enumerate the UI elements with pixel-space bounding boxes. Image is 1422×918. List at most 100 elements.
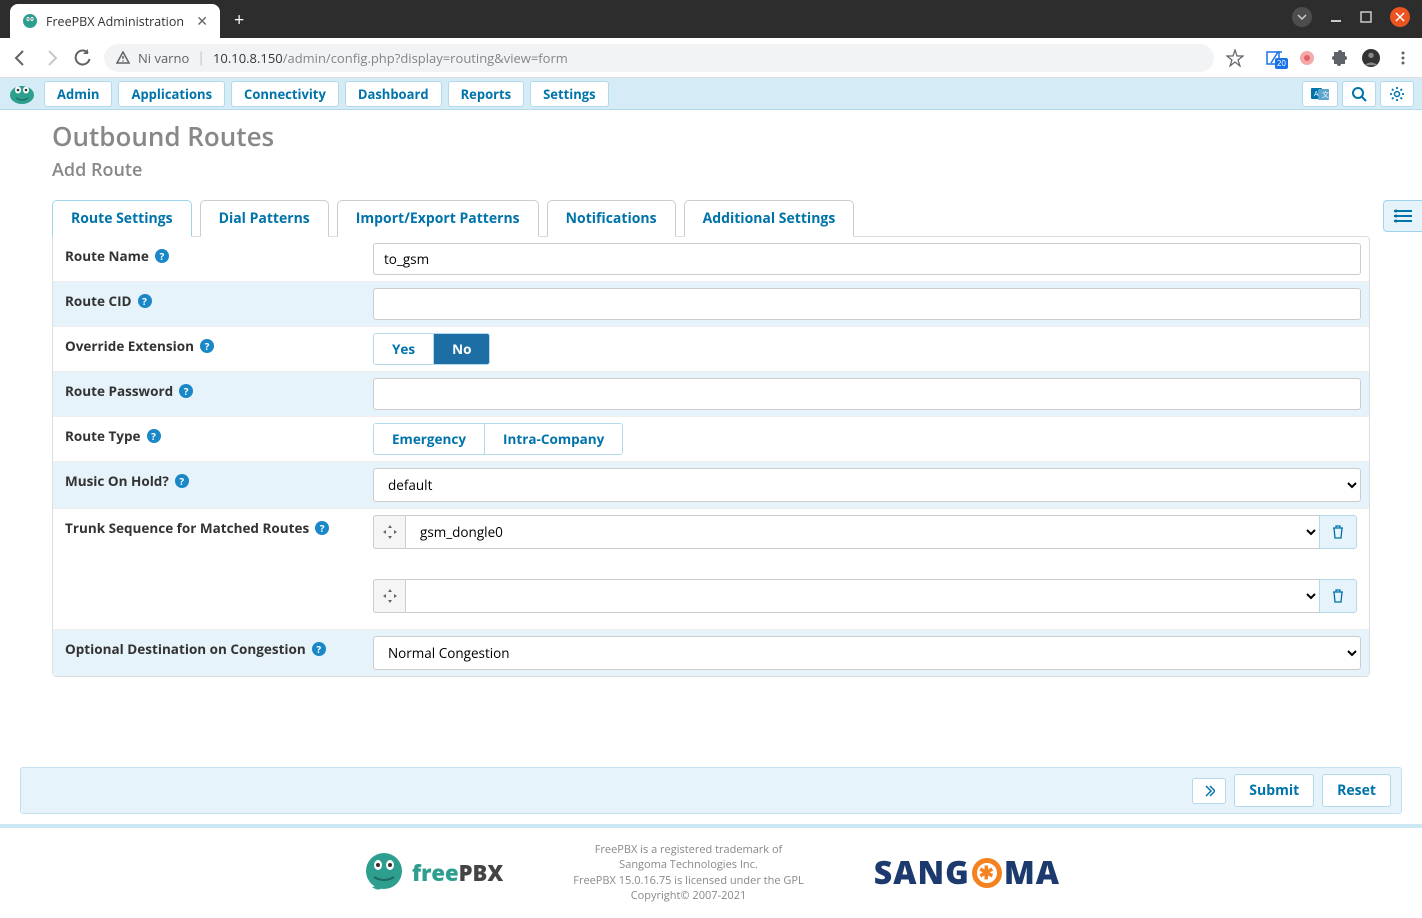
input-route-name[interactable]	[373, 243, 1361, 275]
record-extension-icon[interactable]	[1298, 49, 1316, 67]
label-route-name: Route Name	[65, 247, 149, 265]
browser-tab-bar: FreePBX Administration ✕ +	[0, 0, 1422, 38]
tab-close-icon[interactable]: ✕	[196, 12, 208, 31]
svg-text:A: A	[1314, 90, 1319, 99]
extensions-puzzle-icon[interactable]	[1330, 49, 1348, 67]
select-trunk-1[interactable]	[405, 579, 1319, 613]
label-music-on-hold: Music On Hold?	[65, 472, 169, 490]
row-congestion: Optional Destination on Congestion ? Nor…	[53, 630, 1369, 676]
page-subtitle: Add Route	[52, 158, 1370, 182]
label-override-ext: Override Extension	[65, 337, 194, 355]
row-route-password: Route Password ?	[53, 372, 1369, 417]
tab-import-export[interactable]: Import/Export Patterns	[337, 200, 539, 237]
help-icon[interactable]: ?	[200, 339, 214, 353]
window-maximize-button[interactable]	[1360, 11, 1372, 23]
url-text: 10.10.8.150/admin/config.php?display=rou…	[213, 49, 568, 67]
help-icon[interactable]: ?	[147, 429, 161, 443]
nav-admin[interactable]: Admin	[44, 81, 112, 107]
nav-gear-icon[interactable]	[1380, 81, 1414, 107]
nav-connectivity[interactable]: Connectivity	[231, 81, 339, 107]
delete-trunk-icon[interactable]	[1319, 579, 1357, 613]
help-icon[interactable]: ?	[312, 642, 326, 656]
page-content: Outbound Routes Add Route Route Settings…	[0, 110, 1422, 697]
app-top-nav: Admin Applications Connectivity Dashboar…	[0, 78, 1422, 110]
route-type-emergency-button[interactable]: Emergency	[374, 424, 484, 454]
browser-tab[interactable]: FreePBX Administration ✕	[10, 4, 220, 38]
nav-language-icon[interactable]: A文	[1302, 81, 1338, 107]
tab-notifications[interactable]: Notifications	[547, 200, 676, 237]
label-trunk-sequence: Trunk Sequence for Matched Routes	[65, 519, 309, 537]
nav-search-icon[interactable]	[1342, 81, 1376, 107]
extension-badge: 20	[1275, 58, 1288, 69]
row-route-type: Route Type ? Emergency Intra-Company	[53, 417, 1369, 462]
label-route-cid: Route CID	[65, 292, 132, 310]
expand-button[interactable]	[1192, 778, 1226, 804]
forward-button[interactable]	[42, 48, 62, 68]
page-footer: freePBX FreePBX is a registered trademar…	[0, 824, 1422, 918]
input-route-cid[interactable]	[373, 288, 1361, 320]
form-panel: Route Name ? Route CID ? Override Extens…	[52, 236, 1370, 677]
drag-handle-icon[interactable]	[373, 515, 405, 549]
select-congestion[interactable]: Normal Congestion	[373, 636, 1361, 670]
svg-text:文: 文	[1322, 90, 1329, 100]
window-minimize-button[interactable]	[1330, 11, 1342, 23]
tab-title: FreePBX Administration	[46, 13, 188, 30]
nav-settings[interactable]: Settings	[530, 81, 608, 107]
override-yes-button[interactable]: Yes	[374, 334, 433, 364]
submit-button[interactable]: Submit	[1234, 774, 1314, 807]
tab-additional-settings[interactable]: Additional Settings	[684, 200, 855, 237]
side-list-tab[interactable]	[1383, 200, 1422, 232]
help-icon[interactable]: ?	[155, 249, 169, 263]
label-route-password: Route Password	[65, 382, 173, 400]
form-tabs: Route Settings Dial Patterns Import/Expo…	[52, 200, 1370, 237]
profile-avatar-icon[interactable]	[1362, 49, 1380, 67]
sangoma-logo: SANGMA	[874, 851, 1060, 894]
reload-button[interactable]	[74, 49, 92, 67]
security-label: Ni varno	[138, 49, 189, 67]
extension-icons: 20	[1266, 49, 1412, 67]
security-warning-icon	[116, 51, 130, 65]
row-route-name: Route Name ?	[53, 237, 1369, 282]
select-music-on-hold[interactable]: default	[373, 468, 1361, 502]
browser-menu-icon[interactable]	[1394, 49, 1412, 67]
tab-favicon-icon	[22, 13, 38, 29]
freepbx-logo-icon[interactable]	[8, 83, 36, 105]
browser-address-bar: Ni varno | 10.10.8.150/admin/config.php?…	[0, 38, 1422, 78]
url-separator: |	[197, 48, 205, 67]
translate-extension-icon[interactable]: 20	[1266, 49, 1284, 67]
drag-handle-icon[interactable]	[373, 579, 405, 613]
delete-trunk-icon[interactable]	[1319, 515, 1357, 549]
reset-button[interactable]: Reset	[1322, 774, 1391, 807]
bookmark-star-icon[interactable]	[1226, 49, 1244, 67]
row-override-extension: Override Extension ? Yes No	[53, 327, 1369, 372]
row-music-on-hold: Music On Hold? ? default	[53, 462, 1369, 509]
tab-dial-patterns[interactable]: Dial Patterns	[200, 200, 329, 237]
override-no-button[interactable]: No	[433, 334, 489, 364]
trunk-row-1	[373, 579, 1357, 613]
label-route-type: Route Type	[65, 427, 141, 445]
select-trunk-0[interactable]: gsm_dongle0	[405, 515, 1319, 549]
trunk-row-0: gsm_dongle0	[373, 515, 1357, 549]
input-route-password[interactable]	[373, 378, 1361, 410]
page-title: Outbound Routes	[52, 118, 1370, 154]
route-type-intra-button[interactable]: Intra-Company	[484, 424, 622, 454]
row-trunk-sequence: Trunk Sequence for Matched Routes ? gsm_…	[53, 509, 1369, 630]
row-route-cid: Route CID ?	[53, 282, 1369, 327]
action-bar: Submit Reset	[20, 767, 1402, 814]
footer-legal-text: FreePBX is a registered trademark of San…	[573, 842, 803, 904]
help-icon[interactable]: ?	[315, 521, 329, 535]
help-icon[interactable]: ?	[138, 294, 152, 308]
tab-route-settings[interactable]: Route Settings	[52, 200, 192, 237]
label-congestion: Optional Destination on Congestion	[65, 640, 306, 658]
window-dropdown-icon[interactable]	[1292, 7, 1312, 27]
help-icon[interactable]: ?	[179, 384, 193, 398]
window-close-button[interactable]	[1390, 7, 1410, 27]
url-bar[interactable]: Ni varno | 10.10.8.150/admin/config.php?…	[104, 44, 1214, 72]
nav-applications[interactable]: Applications	[118, 81, 225, 107]
back-button[interactable]	[10, 48, 30, 68]
nav-reports[interactable]: Reports	[448, 81, 525, 107]
new-tab-button[interactable]: +	[234, 8, 244, 32]
nav-dashboard[interactable]: Dashboard	[345, 81, 442, 107]
help-icon[interactable]: ?	[175, 474, 189, 488]
window-controls	[1292, 7, 1410, 27]
